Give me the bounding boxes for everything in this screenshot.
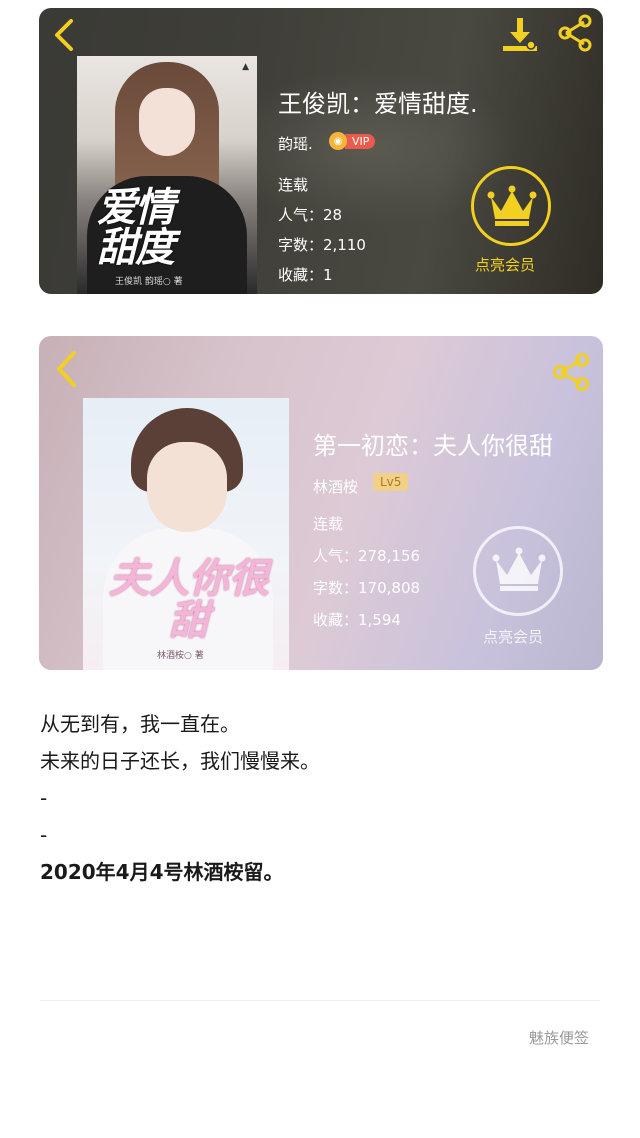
book-cover-2[interactable]: 夫人你很甜 林酒桉○ 著 — [83, 398, 289, 670]
share-icon[interactable] — [557, 14, 593, 52]
back-arrow-icon[interactable] — [51, 18, 79, 52]
note-line: 从无到有，我一直在。 — [40, 712, 240, 736]
member-label[interactable]: 点亮会员 — [475, 254, 535, 275]
popularity-text: 人气：278,156 — [313, 547, 421, 565]
note-signature: 2020年4月4号林酒桉留。 — [40, 860, 284, 884]
book-title: 王俊凯：爱情甜度. — [278, 90, 478, 118]
book-stats: 连载 人气：28 字数：2,110 收藏：1 — [278, 170, 366, 290]
note-body[interactable]: 从无到有，我一直在。 未来的日子还长，我们慢慢来。 - - 2020年4月4号林… — [40, 706, 320, 891]
member-crown-button[interactable] — [471, 166, 551, 246]
book-card-1: ▲ 爱情甜度 王俊凯 韵瑶○ 著 王俊凯：爱情甜度. 韵瑶. ◉ VIP 连载 … — [39, 8, 603, 294]
word-count-text: 字数：2,110 — [278, 236, 366, 254]
member-crown-button[interactable] — [473, 526, 563, 616]
vip-coin-icon: ◉ — [329, 132, 347, 150]
download-icon[interactable] — [501, 16, 539, 52]
crown-icon — [492, 547, 546, 591]
note-line: - — [40, 786, 48, 810]
popularity-text: 人气：28 — [278, 206, 343, 224]
note-line: 未来的日子还长，我们慢慢来。 — [40, 749, 320, 773]
favorites-text: 收藏：1 — [278, 266, 333, 284]
status-text: 连载 — [278, 176, 309, 194]
favorites-text: 收藏：1,594 — [313, 611, 401, 629]
book-cover-1[interactable]: ▲ 爱情甜度 王俊凯 韵瑶○ 著 — [77, 56, 257, 294]
app-label: 魅族便签 — [529, 1029, 590, 1047]
status-text: 连载 — [313, 515, 344, 533]
book-title: 第一初恋：夫人你很甜 — [313, 432, 553, 460]
vip-label: VIP — [345, 133, 376, 149]
level-badge: Lv5 — [373, 473, 409, 491]
cover-title-art: 夫人你很甜 — [109, 555, 269, 644]
cover-face — [147, 442, 227, 532]
book-card-2: 夫人你很甜 林酒桉○ 著 第一初恋：夫人你很甜 林酒桉 Lv5 连载 人气：27… — [39, 336, 603, 670]
share-icon[interactable] — [551, 352, 591, 392]
note-line: - — [40, 823, 48, 847]
vip-badge: ◉ VIP — [329, 131, 376, 151]
cover-brand-mark: ▲ — [242, 62, 249, 72]
author-name[interactable]: 林酒桉 — [313, 476, 358, 497]
back-arrow-icon[interactable] — [53, 350, 81, 388]
author-name[interactable]: 韵瑶. — [278, 133, 313, 154]
word-count-text: 字数：170,808 — [313, 579, 421, 597]
crown-icon — [487, 185, 537, 226]
cover-title-art: 爱情甜度 — [97, 184, 175, 271]
cover-face — [139, 88, 195, 156]
cover-byline: 林酒桉○ 著 — [157, 651, 204, 661]
book-stats: 连载 人气：278,156 字数：170,808 收藏：1,594 — [313, 508, 420, 636]
cover-byline: 王俊凯 韵瑶○ 著 — [115, 277, 183, 287]
member-label[interactable]: 点亮会员 — [483, 626, 543, 647]
divider — [40, 1000, 600, 1001]
